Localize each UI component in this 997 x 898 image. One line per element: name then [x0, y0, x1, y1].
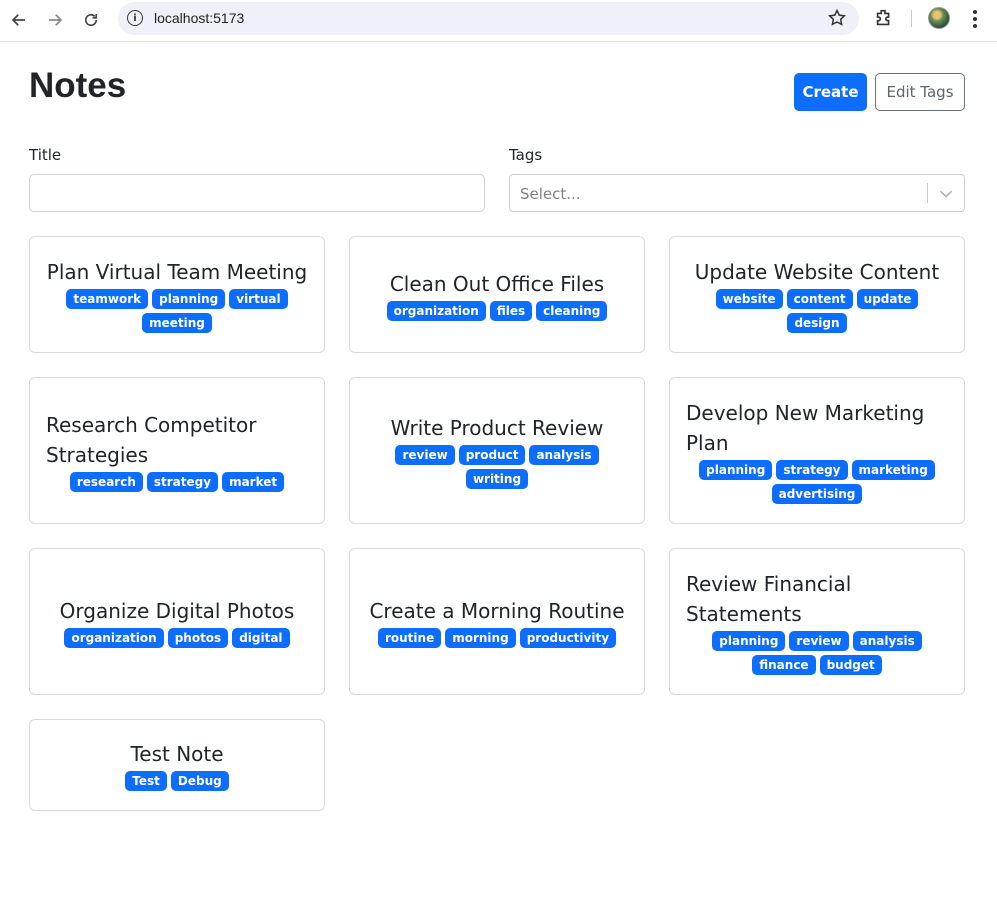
- address-bar[interactable]: i localhost:5173: [118, 2, 859, 35]
- tag-badge: analysis: [529, 444, 599, 465]
- tags-field-label: Tags: [509, 146, 543, 164]
- menu-kebab-icon[interactable]: [966, 8, 984, 30]
- tag-badge: Test: [125, 771, 167, 791]
- page-title: Notes: [29, 66, 127, 105]
- note-card-tags: research strategy market: [46, 471, 308, 492]
- tag-badge: budget: [819, 654, 882, 675]
- tag-badge: strategy: [776, 459, 848, 480]
- chevron-down-icon[interactable]: [937, 184, 955, 202]
- browser-toolbar: i localhost:5173: [0, 0, 997, 42]
- tags-select-placeholder: Select...: [520, 185, 581, 203]
- note-card-tags: planning review analysis finance budget: [686, 630, 948, 675]
- tag-badge: routine: [377, 627, 442, 648]
- tag-badge: virtual: [229, 288, 288, 309]
- back-arrow-icon[interactable]: [5, 6, 33, 34]
- tag-badge: review: [789, 630, 849, 651]
- address-url[interactable]: localhost:5173: [154, 10, 244, 26]
- note-card[interactable]: Develop New Marketing Plan planning stra…: [669, 377, 965, 524]
- note-card-tags: organization files cleaning: [366, 300, 628, 321]
- note-card-tags: Test Debug: [46, 771, 308, 791]
- tag-badge: cleaning: [536, 300, 608, 321]
- note-card[interactable]: Update Website Content website content u…: [669, 236, 965, 353]
- tag-badge: organization: [386, 300, 486, 321]
- tag-badge: design: [787, 312, 847, 333]
- tag-badge: planning: [152, 288, 226, 309]
- tag-badge: planning: [712, 630, 786, 651]
- reload-icon[interactable]: [77, 6, 105, 34]
- note-card[interactable]: Create a Morning Routine routine morning…: [349, 548, 645, 695]
- note-card[interactable]: Write Product Review review product anal…: [349, 377, 645, 524]
- extensions-icon[interactable]: [873, 7, 897, 31]
- note-card-title: Develop New Marketing Plan: [686, 400, 925, 455]
- note-card-tags: review product analysis writing: [366, 444, 628, 489]
- tag-badge: photos: [167, 627, 229, 648]
- tag-badge: morning: [445, 627, 516, 648]
- tag-badge: website: [715, 288, 783, 309]
- note-card[interactable]: Test Note Test Debug: [29, 719, 325, 811]
- tag-badge: files: [489, 300, 533, 321]
- site-info-icon[interactable]: i: [127, 10, 143, 26]
- note-card-tags: routine morning productivity: [366, 627, 628, 648]
- note-card-title: Write Product Review: [390, 415, 604, 440]
- tag-badge: research: [69, 471, 143, 492]
- toolbar-divider: [911, 10, 912, 27]
- tag-badge: finance: [752, 654, 816, 675]
- tag-badge: Debug: [170, 771, 229, 791]
- note-card-title: Update Website Content: [694, 259, 940, 284]
- tag-badge: organization: [64, 627, 164, 648]
- title-search-input[interactable]: [29, 174, 485, 212]
- note-card[interactable]: Review Financial Statements planning rev…: [669, 548, 965, 695]
- tag-badge: market: [222, 471, 285, 492]
- note-card[interactable]: Plan Virtual Team Meeting teamwork plann…: [29, 236, 325, 353]
- note-card-title: Research Competitor Strategies: [46, 412, 257, 467]
- note-card-title: Plan Virtual Team Meeting: [46, 259, 308, 284]
- tag-badge: product: [458, 444, 526, 465]
- tag-badge: planning: [699, 459, 773, 480]
- note-card-title: Review Financial Statements: [686, 571, 852, 626]
- tag-badge: productivity: [519, 627, 617, 648]
- tag-badge: writing: [465, 468, 529, 489]
- edit-tags-button[interactable]: Edit Tags: [875, 73, 965, 111]
- tag-badge: analysis: [852, 630, 922, 651]
- tag-badge: strategy: [146, 471, 219, 492]
- create-button[interactable]: Create: [794, 73, 867, 111]
- tag-badge: content: [786, 288, 853, 309]
- note-card-tags: website content update design: [686, 288, 948, 333]
- note-card-title: Organize Digital Photos: [59, 598, 295, 623]
- profile-avatar[interactable]: [928, 7, 950, 29]
- note-card[interactable]: Clean Out Office Files organization file…: [349, 236, 645, 353]
- bookmark-star-icon[interactable]: [827, 8, 847, 28]
- tag-badge: digital: [232, 627, 290, 648]
- note-card-tags: organization photos digital: [46, 627, 308, 648]
- note-card-tags: planning strategy marketing advertising: [686, 459, 948, 504]
- tag-badge: marketing: [851, 459, 935, 480]
- note-card[interactable]: Organize Digital Photos organization pho…: [29, 548, 325, 695]
- note-card-title: Test Note: [130, 742, 224, 766]
- tag-badge: meeting: [142, 312, 212, 333]
- note-card-tags: teamwork planning virtual meeting: [46, 288, 308, 333]
- select-indicator-separator: [927, 183, 928, 203]
- title-field-label: Title: [29, 146, 62, 164]
- note-card-title: Create a Morning Routine: [369, 598, 625, 623]
- forward-arrow-icon[interactable]: [41, 6, 69, 34]
- tag-badge: teamwork: [66, 288, 149, 309]
- tags-select[interactable]: Select...: [509, 174, 965, 212]
- tag-badge: update: [856, 288, 919, 309]
- note-card[interactable]: Research Competitor Strategies research …: [29, 377, 325, 524]
- tag-badge: advertising: [771, 483, 863, 504]
- tag-badge: review: [395, 444, 455, 465]
- note-card-title: Clean Out Office Files: [389, 271, 605, 296]
